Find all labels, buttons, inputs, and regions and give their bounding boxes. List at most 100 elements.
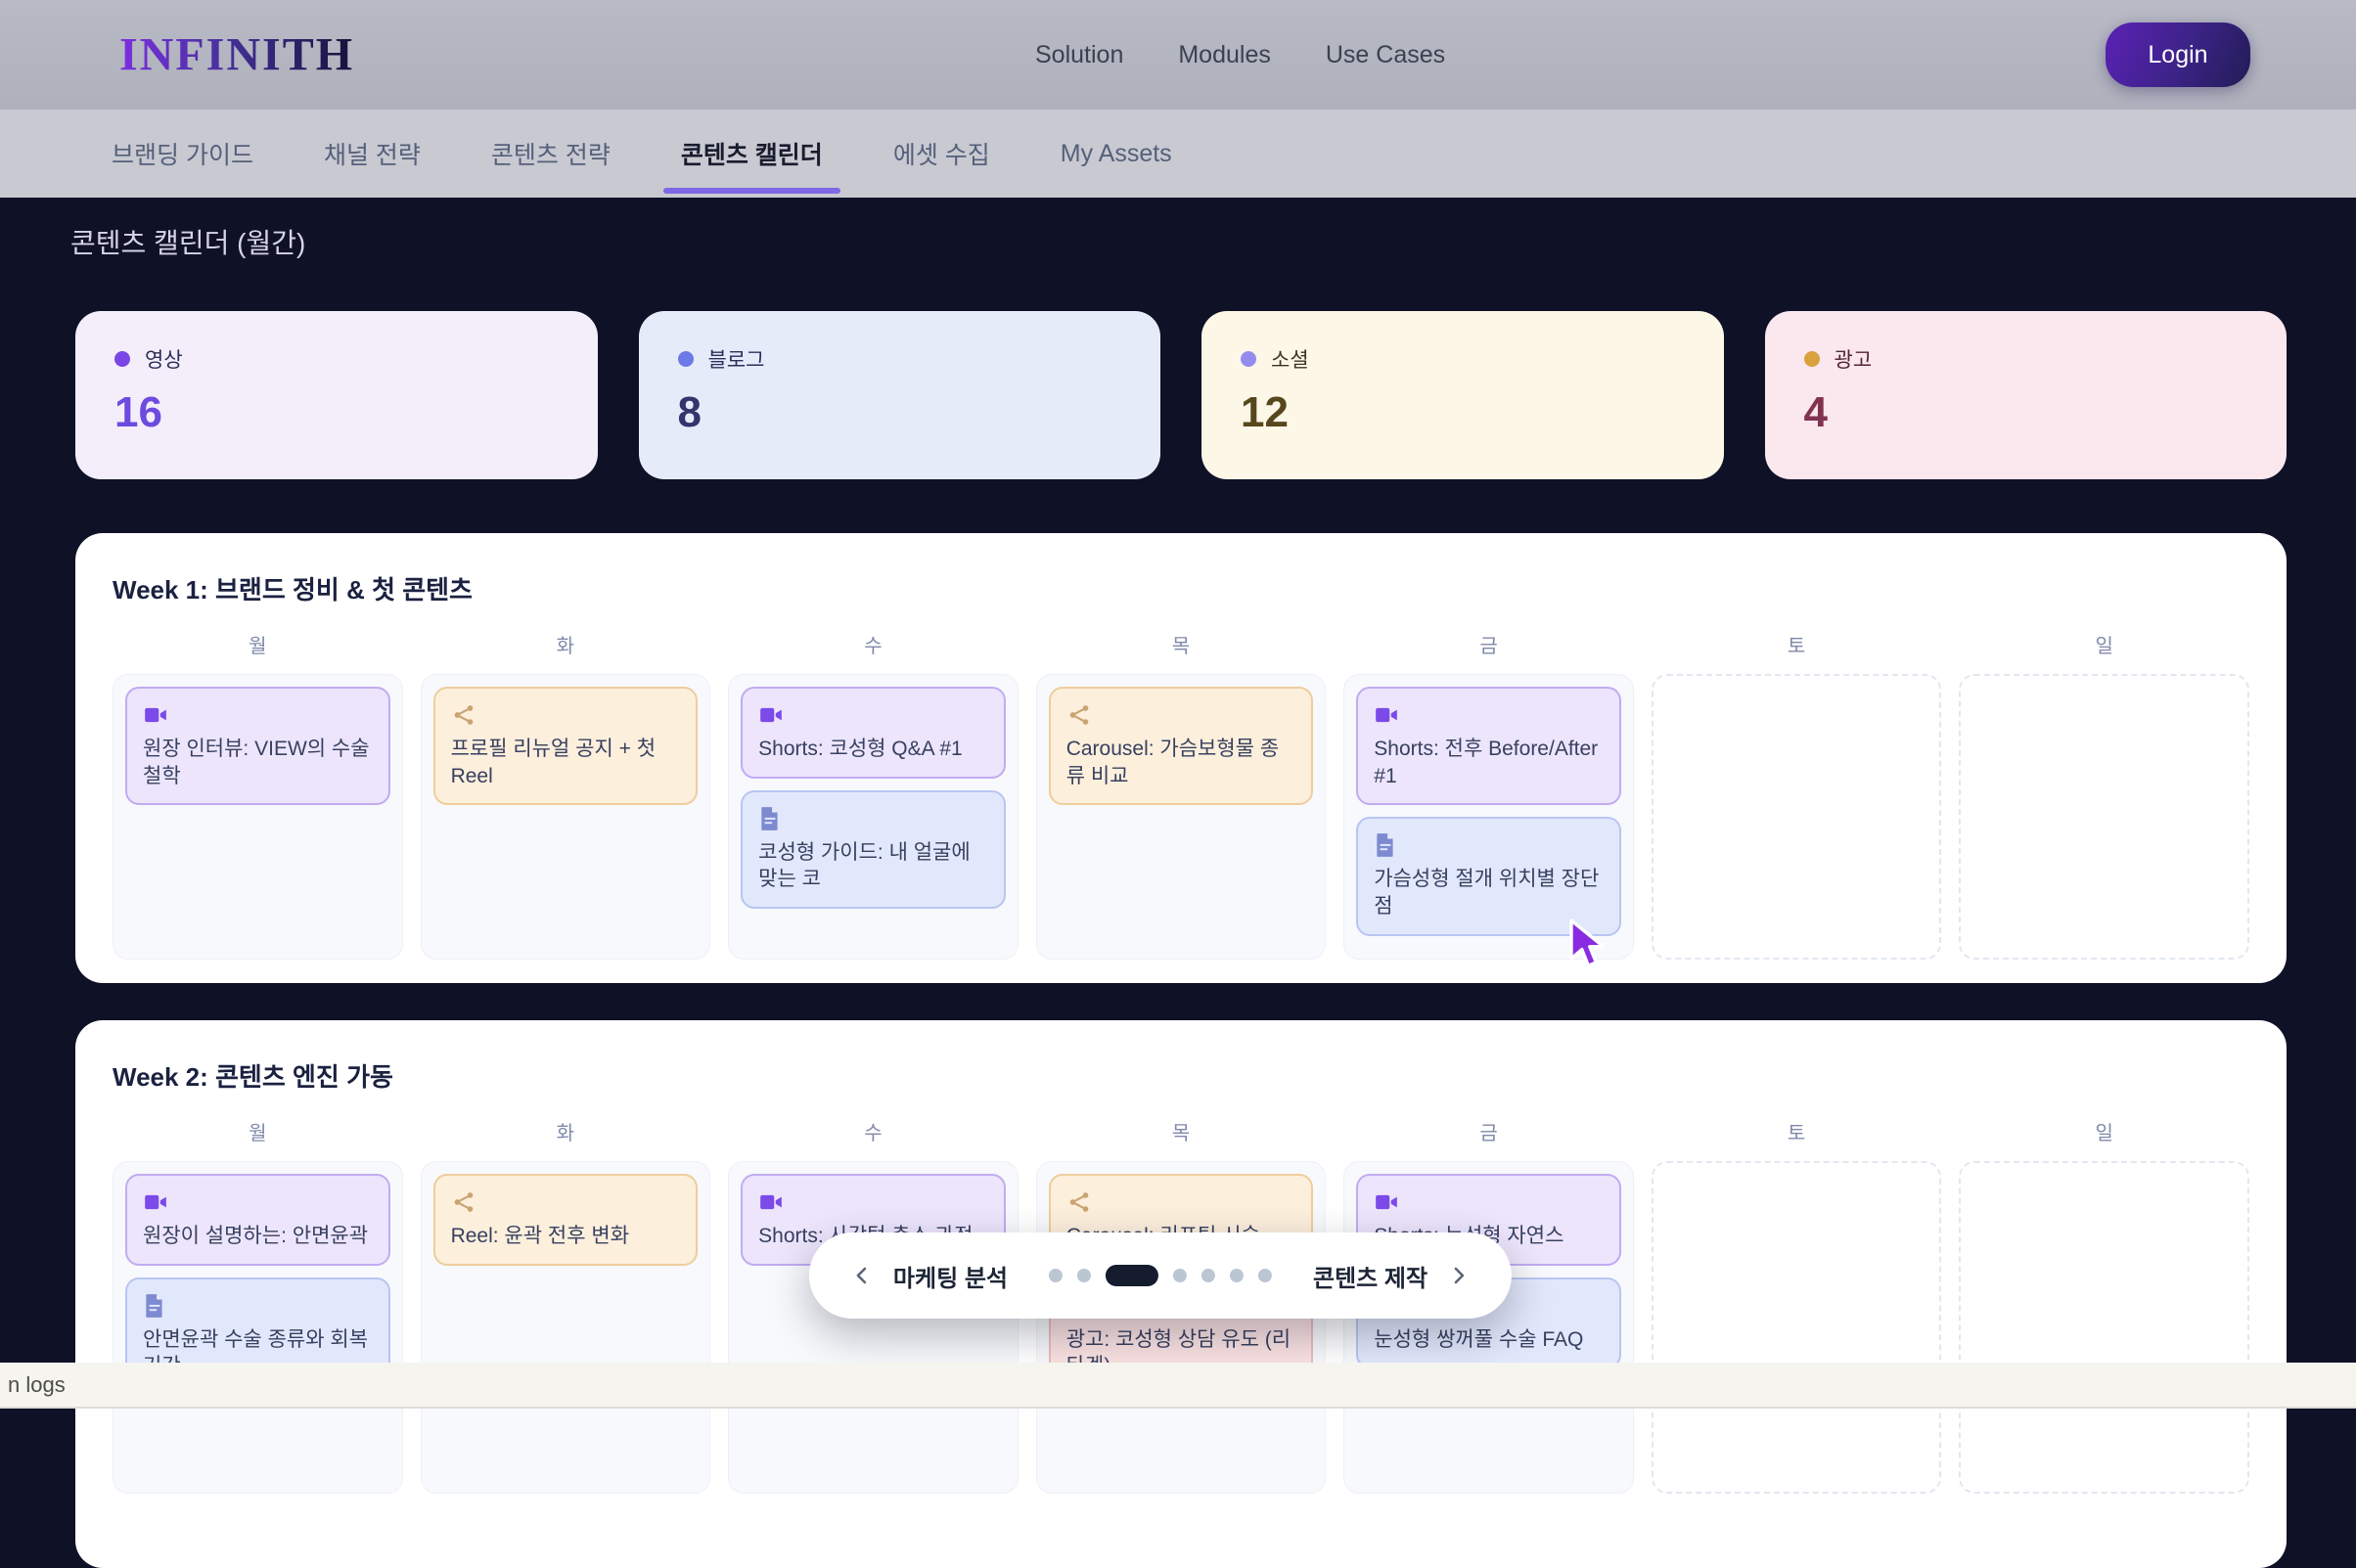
day-column: 수 Shorts: 코성형 Q&A #1 코성형 가이드: 내 얼굴에 맞는 코 xyxy=(728,630,1019,960)
stat-value: 4 xyxy=(1804,391,2248,434)
day-header: 월 xyxy=(113,630,403,658)
week-grid: 월 원장 인터뷰: VIEW의 수술 철학 화 프로필 리뉴얼 공지 + 첫 R… xyxy=(113,630,2249,960)
chevron-right-icon xyxy=(1447,1264,1471,1287)
event-title: 원장이 설명하는: 안면윤곽 xyxy=(143,1223,373,1250)
event-card[interactable]: Shorts: 코성형 Q&A #1 xyxy=(741,687,1006,779)
header-nav-link[interactable]: Solution xyxy=(1035,41,1123,69)
day-cell: Carousel: 리프팅 시술 광고: 코성형 상담 유도 (리타겟) xyxy=(1036,1161,1327,1494)
pager-dot[interactable] xyxy=(1201,1269,1215,1282)
day-cell: Shorts: 사각턱 축소 과정 xyxy=(728,1161,1019,1494)
pager-dot[interactable] xyxy=(1049,1269,1063,1282)
day-cell xyxy=(1959,1161,2249,1494)
share-icon xyxy=(451,1189,476,1215)
day-column: 토 xyxy=(1652,630,1942,960)
share-icon xyxy=(1066,1189,1092,1215)
day-header: 월 xyxy=(113,1117,403,1145)
event-title: 프로필 리뉴얼 공지 + 첫 Reel xyxy=(451,736,681,789)
event-card[interactable]: 코성형 가이드: 내 얼굴에 맞는 코 xyxy=(741,790,1006,909)
page-title: 콘텐츠 캘린더 (월간) xyxy=(70,222,305,261)
event-title: Carousel: 가슴보형물 종류 비교 xyxy=(1066,736,1296,789)
chevron-left-icon xyxy=(850,1264,874,1287)
pager-dot[interactable] xyxy=(1077,1269,1091,1282)
pager-dot[interactable] xyxy=(1230,1269,1244,1282)
pager-dot[interactable] xyxy=(1173,1269,1187,1282)
day-header: 금 xyxy=(1343,630,1634,658)
category-dot-icon xyxy=(678,351,694,367)
day-cell xyxy=(1652,674,1942,960)
pager-next-button[interactable]: 콘텐츠 제작 xyxy=(1313,1259,1471,1293)
day-cell: 원장 인터뷰: VIEW의 수술 철학 xyxy=(113,674,403,960)
day-cell: Carousel: 가슴보형물 종류 비교 xyxy=(1036,674,1327,960)
event-title: Reel: 윤곽 전후 변화 xyxy=(451,1223,681,1250)
tab[interactable]: 에셋 수집 xyxy=(885,110,998,198)
event-title: 원장 인터뷰: VIEW의 수술 철학 xyxy=(143,736,373,789)
stat-value: 12 xyxy=(1241,391,1685,434)
tab[interactable]: 콘텐츠 전략 xyxy=(483,110,618,198)
login-button[interactable]: Login xyxy=(2106,22,2250,87)
tab[interactable]: 채널 전략 xyxy=(316,110,429,198)
top-header: INFINITH Solution Modules Use Cases Login xyxy=(0,0,2356,110)
video-camera-icon xyxy=(758,1189,784,1215)
day-header: 토 xyxy=(1652,1117,1942,1145)
header-nav-link[interactable]: Use Cases xyxy=(1326,41,1445,69)
tab[interactable]: 브랜딩 가이드 xyxy=(104,110,261,198)
stat-card: 영상 16 xyxy=(75,311,598,479)
day-header: 일 xyxy=(1959,1117,2249,1145)
stat-value: 8 xyxy=(678,391,1122,434)
event-card[interactable]: Carousel: 가슴보형물 종류 비교 xyxy=(1049,687,1314,805)
day-column: 일 xyxy=(1959,630,2249,960)
day-column: 토 xyxy=(1652,1117,1942,1494)
event-title: 코성형 가이드: 내 얼굴에 맞는 코 xyxy=(758,839,988,893)
event-card[interactable]: 원장 인터뷰: VIEW의 수술 철학 xyxy=(125,687,390,805)
event-card[interactable]: Shorts: 전후 Before/After #1 xyxy=(1356,687,1621,805)
event-card[interactable]: 가슴성형 절개 위치별 장단점 xyxy=(1356,817,1621,935)
brand-logo: INFINITH xyxy=(119,28,354,82)
video-camera-icon xyxy=(143,1189,168,1215)
day-header: 목 xyxy=(1036,630,1327,658)
event-title: Shorts: 코성형 Q&A #1 xyxy=(758,736,988,763)
event-card[interactable]: 프로필 리뉴얼 공지 + 첫 Reel xyxy=(433,687,699,805)
pager-dot[interactable] xyxy=(1258,1269,1272,1282)
video-camera-icon xyxy=(758,702,784,728)
pager-dots xyxy=(1049,1265,1272,1286)
day-header: 수 xyxy=(728,630,1019,658)
stat-label: 소셜 xyxy=(1271,344,1309,374)
week-section: Week 1: 브랜드 정비 & 첫 콘텐츠 월 원장 인터뷰: VIEW의 수… xyxy=(75,533,2287,983)
day-column: 월 원장 인터뷰: VIEW의 수술 철학 xyxy=(113,630,403,960)
stat-label: 영상 xyxy=(145,344,183,374)
day-column: 일 xyxy=(1959,1117,2249,1494)
stat-value: 16 xyxy=(114,391,559,434)
document-icon xyxy=(758,806,782,831)
floating-pager: 마케팅 분석 콘텐츠 제작 xyxy=(809,1232,1512,1319)
share-icon xyxy=(1066,702,1092,728)
status-text: n logs xyxy=(8,1372,66,1398)
share-icon xyxy=(451,702,476,728)
tab[interactable]: My Assets xyxy=(1053,110,1180,198)
document-icon xyxy=(1374,832,1397,858)
day-column: 월 원장이 설명하는: 안면윤곽 안면윤곽 수술 종류와 회복기간 xyxy=(113,1117,403,1494)
status-bar: n logs xyxy=(0,1363,2356,1409)
day-header: 토 xyxy=(1652,630,1942,658)
pager-prev-label: 마케팅 분석 xyxy=(893,1259,1008,1293)
event-card[interactable]: Reel: 윤곽 전후 변화 xyxy=(433,1174,699,1266)
day-header: 화 xyxy=(421,1117,711,1145)
day-header: 목 xyxy=(1036,1117,1327,1145)
document-icon xyxy=(143,1293,166,1319)
event-title: Shorts: 전후 Before/After #1 xyxy=(1374,736,1604,789)
stat-card: 블로그 8 xyxy=(639,311,1161,479)
day-column: 금 Shorts: 전후 Before/After #1 가슴성형 절개 위치별… xyxy=(1343,630,1634,960)
day-column: 목 Carousel: 가슴보형물 종류 비교 xyxy=(1036,630,1327,960)
day-cell: Shorts: 눈성형 자연스 눈성형 쌍꺼풀 수술 FAQ xyxy=(1343,1161,1634,1494)
stat-label: 광고 xyxy=(1835,344,1873,374)
pager-dot-active[interactable] xyxy=(1106,1265,1158,1286)
day-column: 화 Reel: 윤곽 전후 변화 xyxy=(421,1117,711,1494)
day-column: 화 프로필 리뉴얼 공지 + 첫 Reel xyxy=(421,630,711,960)
day-header: 화 xyxy=(421,630,711,658)
event-card[interactable]: 원장이 설명하는: 안면윤곽 xyxy=(125,1174,390,1266)
header-nav-link[interactable]: Modules xyxy=(1178,41,1271,69)
week-title: Week 2: 콘텐츠 엔진 가동 xyxy=(113,1057,2249,1094)
week-title: Week 1: 브랜드 정비 & 첫 콘텐츠 xyxy=(113,570,2249,606)
category-dot-icon xyxy=(1804,351,1820,367)
pager-prev-button[interactable]: 마케팅 분석 xyxy=(850,1259,1008,1293)
tab[interactable]: 콘텐츠 캘린더 xyxy=(673,110,831,198)
